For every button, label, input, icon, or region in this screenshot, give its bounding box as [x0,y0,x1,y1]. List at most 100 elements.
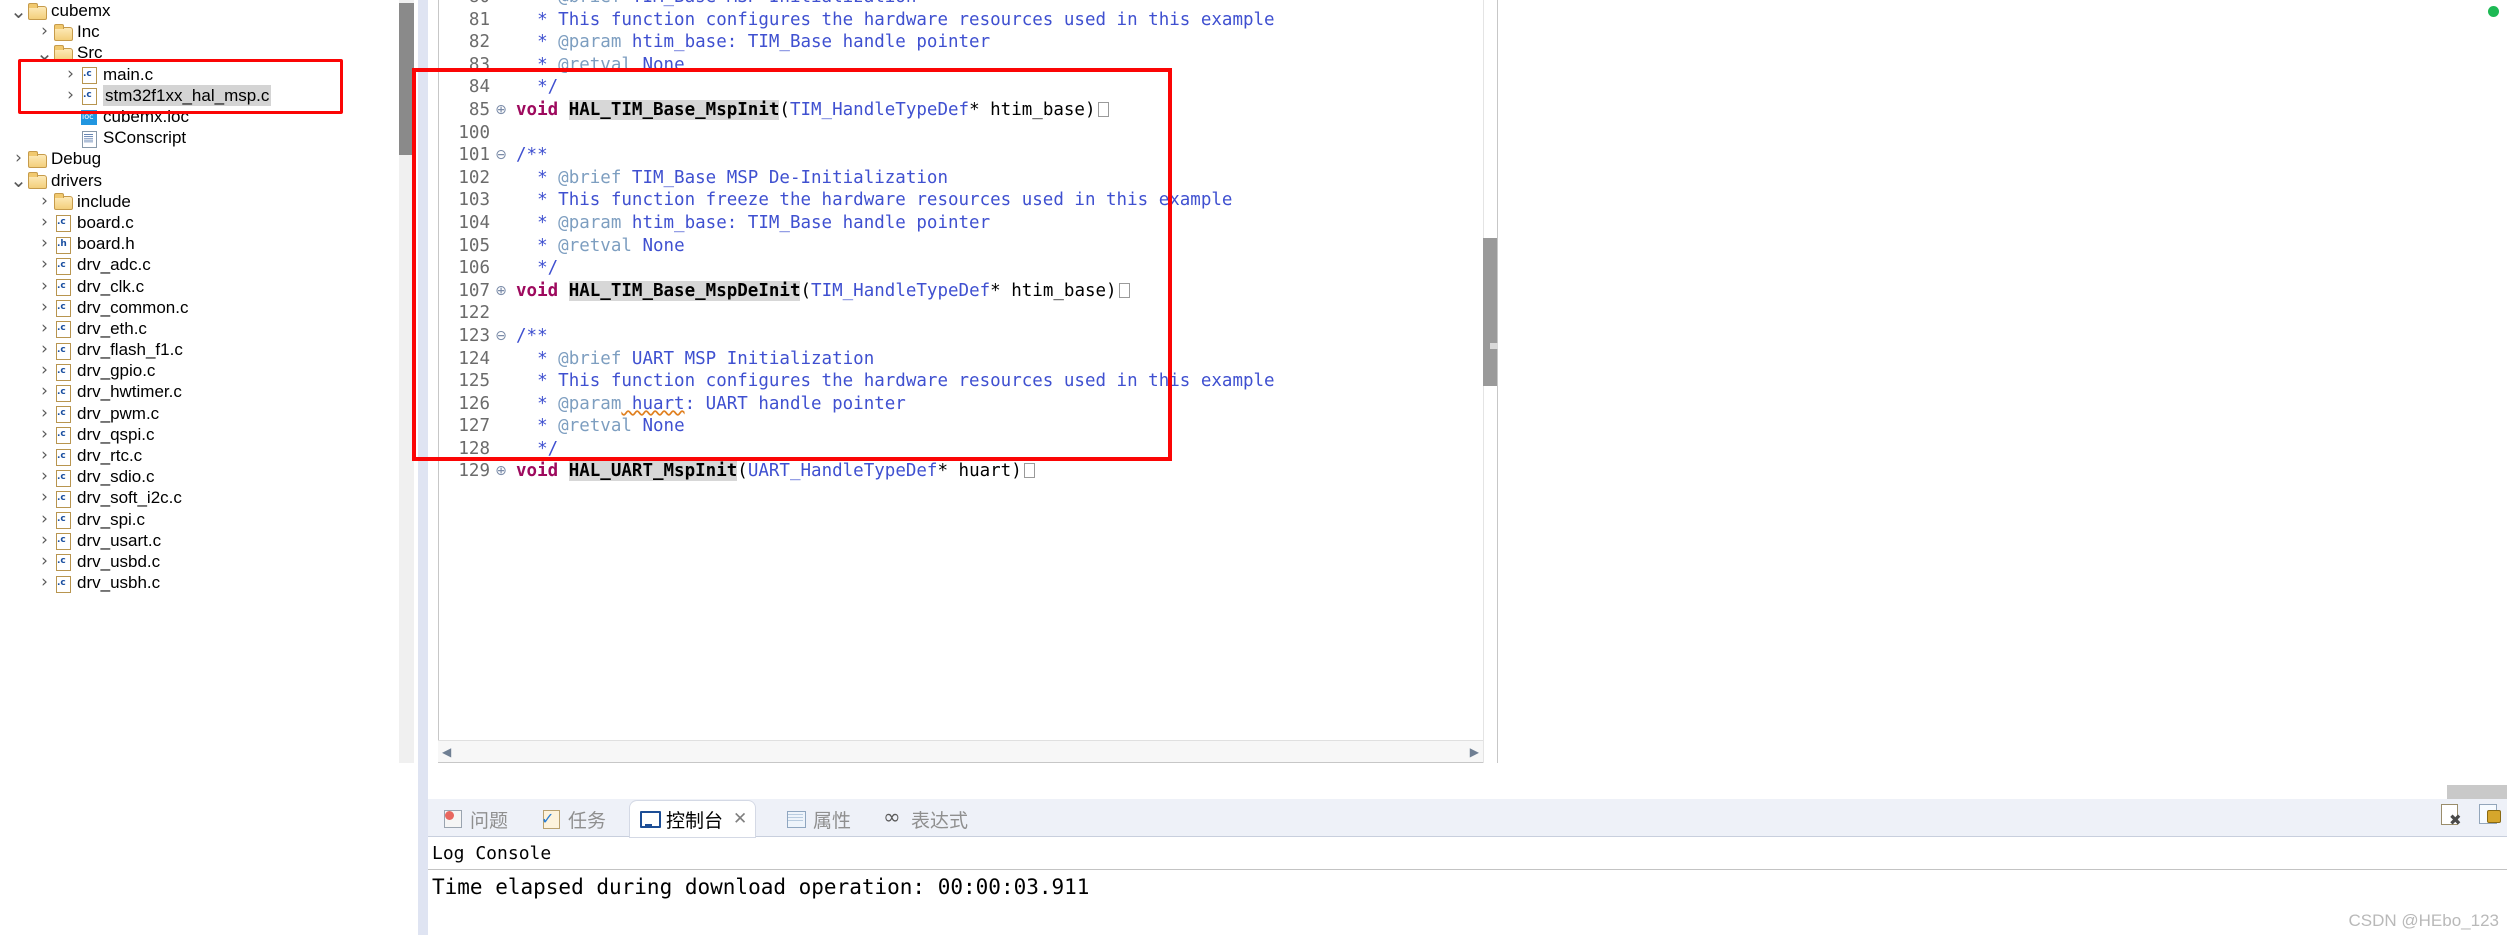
tree-item-drivers[interactable]: ⌄ drivers [0,170,372,191]
code-line[interactable]: 123 ⊖ /** [438,325,1483,348]
chevron-right-icon[interactable]: › [62,65,79,83]
chevron-right-icon[interactable]: › [36,447,53,464]
chevron-right-icon[interactable]: › [36,574,53,591]
code-editor[interactable]: 80 * @brief TIM_Base MSP Initialization8… [438,0,1483,763]
chevron-right-icon[interactable]: › [36,341,53,358]
tree-item-cubemx-ioc[interactable]: cubemx.ioc [0,106,372,127]
console-tab-3[interactable]: 属性 [777,801,859,837]
code-line[interactable]: 84 */ [438,76,1483,99]
tree-item-debug[interactable]: › Debug [0,148,372,169]
editor-scrollbar-thumb[interactable] [399,3,414,155]
tree-item-drv-gpio-c[interactable]: › drv_gpio.c [0,360,372,381]
tree-item-sconscript[interactable]: SConscript [0,127,372,148]
fold-collapse-icon[interactable]: ⊖ [492,144,510,167]
fold-expand-icon[interactable]: ⊕ [492,280,510,303]
clear-console-icon[interactable] [2439,803,2465,829]
chevron-right-icon[interactable]: › [36,277,53,295]
chevron-right-icon[interactable]: › [36,425,53,443]
tree-item-board-c[interactable]: › board.c [0,212,372,233]
tree-item-drv-usbd-c[interactable]: › drv_usbd.c [0,551,372,572]
tree-item-cubemx[interactable]: ⌄ cubemx [0,0,372,21]
tree-item-inc[interactable]: › Inc [0,21,372,42]
chevron-right-icon[interactable]: › [36,298,53,316]
code-line[interactable]: 85 ⊕ void HAL_TIM_Base_MspInit(TIM_HandleT… [438,99,1483,122]
chevron-right-icon[interactable]: › [36,531,53,549]
editor-hscroll-right-thumb[interactable] [2447,785,2507,799]
fold-collapse-icon[interactable]: ⊖ [492,325,510,348]
chevron-right-icon[interactable]: › [36,552,53,570]
scroll-right-icon[interactable]: ▶ [1470,745,1479,759]
scroll-lock-icon[interactable] [2477,803,2503,829]
code-line[interactable]: 105 * @retval None [438,235,1483,258]
editor-overview-thumb[interactable] [1483,238,1497,386]
code-line[interactable]: 81 * This function configures the hardwa… [438,9,1483,32]
chevron-right-icon[interactable]: › [36,319,53,337]
chevron-right-icon[interactable]: › [36,256,53,273]
tree-item-drv-flash-f1-c[interactable]: › drv_flash_f1.c [0,339,372,360]
chevron-right-icon[interactable]: › [36,404,53,422]
tree-item-board-h[interactable]: › board.h [0,233,372,254]
chevron-right-icon[interactable]: › [36,23,53,40]
tree-item-drv-adc-c[interactable]: › drv_adc.c [0,254,372,275]
code-line[interactable]: 83 * @retval None [438,54,1483,77]
tree-item-drv-qspi-c[interactable]: › drv_qspi.c [0,424,372,445]
tree-item-drv-eth-c[interactable]: › drv_eth.c [0,318,372,339]
code-line[interactable]: 129 ⊕ void HAL_UART_MspInit(UART_HandleTyp… [438,460,1483,483]
console-toolbar[interactable] [2439,803,2503,829]
tree-item-drv-clk-c[interactable]: › drv_clk.c [0,275,372,297]
tree-item-include[interactable]: › include [0,191,372,212]
code-line[interactable]: 104 * @param htim_base: TIM_Base handle … [438,212,1483,235]
code-line[interactable]: 128 */ [438,438,1483,461]
tree-item-drv-spi-c[interactable]: › drv_spi.c [0,509,372,530]
code-line[interactable]: 125 * This function configures the hardw… [438,370,1483,393]
fold-expand-icon[interactable]: ⊕ [492,99,510,122]
chevron-right-icon[interactable]: › [36,235,53,252]
chevron-right-icon[interactable]: › [36,468,53,485]
tree-item-drv-pwm-c[interactable]: › drv_pwm.c [0,403,372,424]
code-line[interactable]: 106 */ [438,257,1483,280]
tree-item-drv-rtc-c[interactable]: › drv_rtc.c [0,445,372,466]
tree-item-drv-usbh-c[interactable]: › drv_usbh.c [0,572,372,593]
tree-item-drv-hwtimer-c[interactable]: › drv_hwtimer.c [0,381,372,402]
code-line[interactable]: 124 * @brief UART MSP Initialization [438,348,1483,371]
console-tab-2[interactable]: 控制台 ✕ [630,801,756,837]
chevron-right-icon[interactable]: › [36,383,53,400]
scroll-left-icon[interactable]: ◀ [442,745,451,759]
code-line[interactable]: 102 * @brief TIM_Base MSP De-Initializat… [438,167,1483,190]
chevron-down-icon[interactable]: ⌄ [36,43,53,63]
console-tab-bar[interactable]: 问题 任务 控制台 ✕ 属性 表达式 [428,799,2507,837]
tree-item-drv-soft-i2c-c[interactable]: › drv_soft_i2c.c [0,487,372,508]
tree-item-main-c[interactable]: › main.c [0,64,372,85]
code-line[interactable]: 80 * @brief TIM_Base MSP Initialization [438,0,1483,9]
chevron-down-icon[interactable]: ⌄ [10,170,27,190]
code-line[interactable]: 101 ⊖ /** [438,144,1483,167]
tree-item-drv-sdio-c[interactable]: › drv_sdio.c [0,466,372,487]
chevron-right-icon[interactable]: › [10,150,27,167]
code-line[interactable]: 82 * @param htim_base: TIM_Base handle p… [438,31,1483,54]
project-explorer[interactable]: ⌄ cubemx › Inc ⌄ Src › main.c › stm32f1xx_hal_msp… [0,0,372,935]
chevron-right-icon[interactable]: › [36,489,53,506]
chevron-right-icon[interactable]: › [62,86,79,104]
project-tree[interactable]: ⌄ cubemx › Inc ⌄ Src › main.c › stm32f1xx_hal_msp… [0,0,372,593]
fold-expand-icon[interactable]: ⊕ [492,460,510,483]
tree-item-src[interactable]: ⌄ Src [0,42,372,63]
console-tab-4[interactable]: 表达式 [875,801,976,837]
tree-item-drv-usart-c[interactable]: › drv_usart.c [0,530,372,551]
chevron-right-icon[interactable]: › [36,510,53,528]
code-line[interactable]: 126 * @param huart: UART handle pointer [438,393,1483,416]
code-line[interactable]: 100 [438,122,1483,145]
chevron-down-icon[interactable]: ⌄ [10,1,27,21]
tree-item-drv-common-c[interactable]: › drv_common.c [0,297,372,318]
tree-item-stm32f1xx-hal-msp-c[interactable]: › stm32f1xx_hal_msp.c [0,84,372,106]
console-tab-0[interactable]: 问题 [434,801,516,837]
code-line[interactable]: 107 ⊕ void HAL_TIM_Base_MspDeInit(TIM_Hand… [438,280,1483,303]
chevron-right-icon[interactable]: › [36,362,53,379]
editor-horizontal-scrollbar[interactable]: ◀ ▶ [438,740,1483,762]
code-line[interactable]: 127 * @retval None [438,415,1483,438]
chevron-right-icon[interactable]: › [36,213,53,231]
code-lines[interactable]: 80 * @brief TIM_Base MSP Initialization8… [438,0,1483,483]
close-icon[interactable]: ✕ [733,809,747,829]
code-line[interactable]: 103 * This function freeze the hardware … [438,189,1483,212]
console-tab-1[interactable]: 任务 [532,801,614,837]
code-line[interactable]: 122 [438,302,1483,325]
